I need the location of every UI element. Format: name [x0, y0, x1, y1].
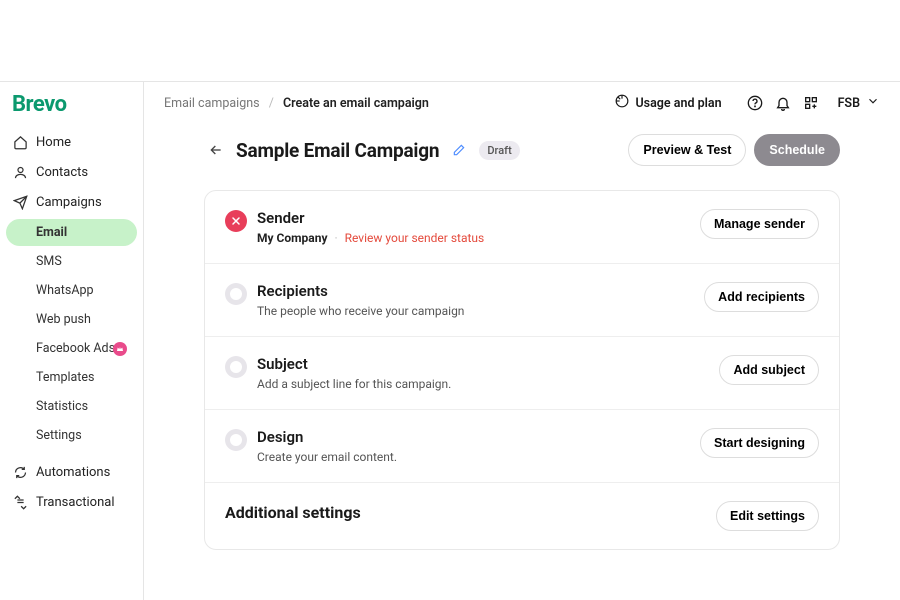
campaigns-icon — [12, 194, 28, 210]
add-subject-button[interactable]: Add subject — [719, 355, 819, 385]
add-recipients-button[interactable]: Add recipients — [704, 282, 819, 312]
step-title: Subject — [257, 355, 719, 373]
schedule-button[interactable]: Schedule — [754, 134, 840, 166]
pending-status-icon — [225, 356, 247, 378]
sender-warning-link[interactable]: Review your sender status — [345, 231, 485, 245]
breadcrumb-parent[interactable]: Email campaigns — [164, 96, 260, 111]
pending-status-icon — [225, 429, 247, 451]
sidebar-subitem-whatsapp[interactable]: WhatsApp — [6, 277, 137, 304]
account-menu[interactable]: FSB — [838, 94, 880, 112]
back-button[interactable] — [204, 138, 228, 162]
gauge-icon — [615, 94, 629, 112]
sidebar-item-label: Campaigns — [36, 195, 102, 210]
home-icon — [12, 134, 28, 150]
step-recipients: Recipients The people who receive your c… — [205, 264, 839, 337]
separator-dot: · — [334, 231, 337, 245]
main-area: Email campaigns / Create an email campai… — [144, 82, 900, 600]
page-title: Sample Email Campaign — [236, 139, 439, 162]
sidebar-subitem-settings[interactable]: Settings — [6, 422, 137, 449]
step-subject: Subject Add a subject line for this camp… — [205, 337, 839, 410]
pending-status-icon — [225, 283, 247, 305]
edit-settings-button[interactable]: Edit settings — [716, 501, 819, 531]
manage-sender-button[interactable]: Manage sender — [700, 209, 819, 239]
breadcrumb-current: Create an email campaign — [283, 96, 429, 111]
edit-title-button[interactable] — [449, 140, 469, 160]
help-icon[interactable] — [746, 94, 764, 112]
apps-icon[interactable] — [802, 94, 820, 112]
page-header: Sample Email Campaign Draft Preview & Te… — [204, 134, 840, 166]
sidebar: Brevo Home Contacts — [0, 82, 144, 600]
sidebar-item-label: Facebook Ads — [36, 341, 115, 356]
window-top-gap — [0, 0, 900, 82]
breadcrumb: Email campaigns / Create an email campai… — [164, 96, 429, 111]
sidebar-subitem-sms[interactable]: SMS — [6, 248, 137, 275]
topbar: Email campaigns / Create an email campai… — [144, 82, 900, 124]
error-status-icon — [225, 210, 247, 232]
step-subtitle: Add a subject line for this campaign. — [257, 377, 719, 391]
sidebar-subitem-facebook-ads[interactable]: Facebook Ads — [6, 335, 137, 362]
sender-from: My Company — [257, 231, 328, 245]
account-label: FSB — [838, 96, 860, 111]
sidebar-subitem-email[interactable]: Email — [6, 219, 137, 246]
usage-and-plan-link[interactable]: Usage and plan — [615, 94, 721, 112]
sidebar-item-label: Automations — [36, 465, 110, 480]
contacts-icon — [12, 164, 28, 180]
notifications-icon[interactable] — [774, 94, 792, 112]
step-subtitle: The people who receive your campaign — [257, 304, 704, 318]
sidebar-item-home[interactable]: Home — [0, 127, 143, 157]
sidebar-item-label: Home — [36, 135, 71, 150]
step-title: Design — [257, 428, 700, 446]
sidebar-subitem-templates[interactable]: Templates — [6, 364, 137, 391]
brand-logo[interactable]: Brevo — [0, 92, 143, 127]
preview-test-button[interactable]: Preview & Test — [628, 134, 746, 166]
chevron-down-icon — [866, 94, 880, 112]
status-badge: Draft — [479, 141, 519, 160]
breadcrumb-separator: / — [269, 96, 274, 111]
automations-icon — [12, 464, 28, 480]
step-title: Additional settings — [225, 501, 716, 524]
sidebar-item-campaigns[interactable]: Campaigns — [0, 187, 143, 217]
sidebar-item-contacts[interactable]: Contacts — [0, 157, 143, 187]
sidebar-item-automations[interactable]: Automations — [0, 457, 143, 487]
sidebar-subitem-webpush[interactable]: Web push — [6, 306, 137, 333]
sidebar-item-label: Contacts — [36, 165, 88, 180]
step-sender: Sender My Company · Review your sender s… — [205, 191, 839, 264]
step-title: Sender — [257, 209, 700, 227]
sidebar-subitem-statistics[interactable]: Statistics — [6, 393, 137, 420]
campaign-steps-card: Sender My Company · Review your sender s… — [204, 190, 840, 550]
sidebar-item-transactional[interactable]: Transactional — [0, 487, 143, 517]
crown-badge-icon — [113, 342, 127, 356]
step-subtitle: Create your email content. — [257, 450, 700, 464]
step-title: Recipients — [257, 282, 704, 300]
sidebar-item-label: Transactional — [36, 495, 115, 510]
transactional-icon — [12, 494, 28, 510]
start-designing-button[interactable]: Start designing — [700, 428, 819, 458]
step-additional-settings: Additional settings Edit settings — [205, 483, 839, 549]
usage-label: Usage and plan — [635, 96, 721, 111]
step-design: Design Create your email content. Start … — [205, 410, 839, 483]
